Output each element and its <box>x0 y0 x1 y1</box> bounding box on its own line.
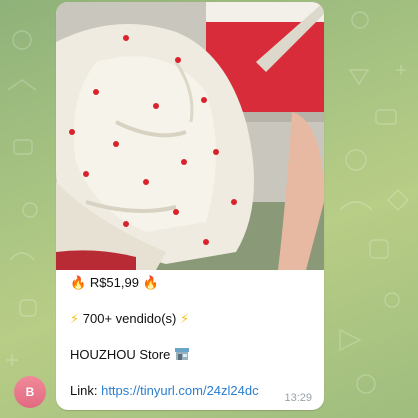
store-name: HOUZHOU Store <box>70 347 171 362</box>
avatar-initial: B <box>25 385 35 399</box>
shop-icon <box>174 346 190 367</box>
product-photo[interactable] <box>56 2 324 270</box>
link-label: Link: <box>70 383 98 398</box>
sender-avatar[interactable]: B <box>14 376 46 408</box>
store-line: HOUZHOU Store <box>70 346 316 364</box>
price-text: R$51,99 <box>89 275 139 290</box>
link-line: Link: https://tinyurl.com/24zl24dc <box>70 382 316 400</box>
product-link[interactable]: https://tinyurl.com/24zl24dc <box>101 383 259 398</box>
lightning-icon: ⚡ <box>179 312 190 327</box>
sold-line: ⚡ 700+ vendido(s) ⚡ <box>70 310 316 328</box>
fire-icon: 🔥 <box>142 276 159 291</box>
message-time: 13:29 <box>284 392 312 404</box>
lightning-icon: ⚡ <box>70 312 80 327</box>
chat-background: 🔥 R$51,99 🔥 ⚡ 700+ vendido(s) ⚡ HOUZHOU … <box>0 0 418 418</box>
sold-text: 700+ vendido(s) <box>82 311 177 326</box>
fire-icon: 🔥 <box>70 276 87 291</box>
product-image <box>56 2 324 270</box>
message-bubble: 🔥 R$51,99 🔥 ⚡ 700+ vendido(s) ⚡ HOUZHOU … <box>56 2 324 410</box>
message-caption: 🔥 R$51,99 🔥 ⚡ 700+ vendido(s) ⚡ HOUZHOU … <box>70 274 316 400</box>
price-line: 🔥 R$51,99 🔥 <box>70 274 316 292</box>
